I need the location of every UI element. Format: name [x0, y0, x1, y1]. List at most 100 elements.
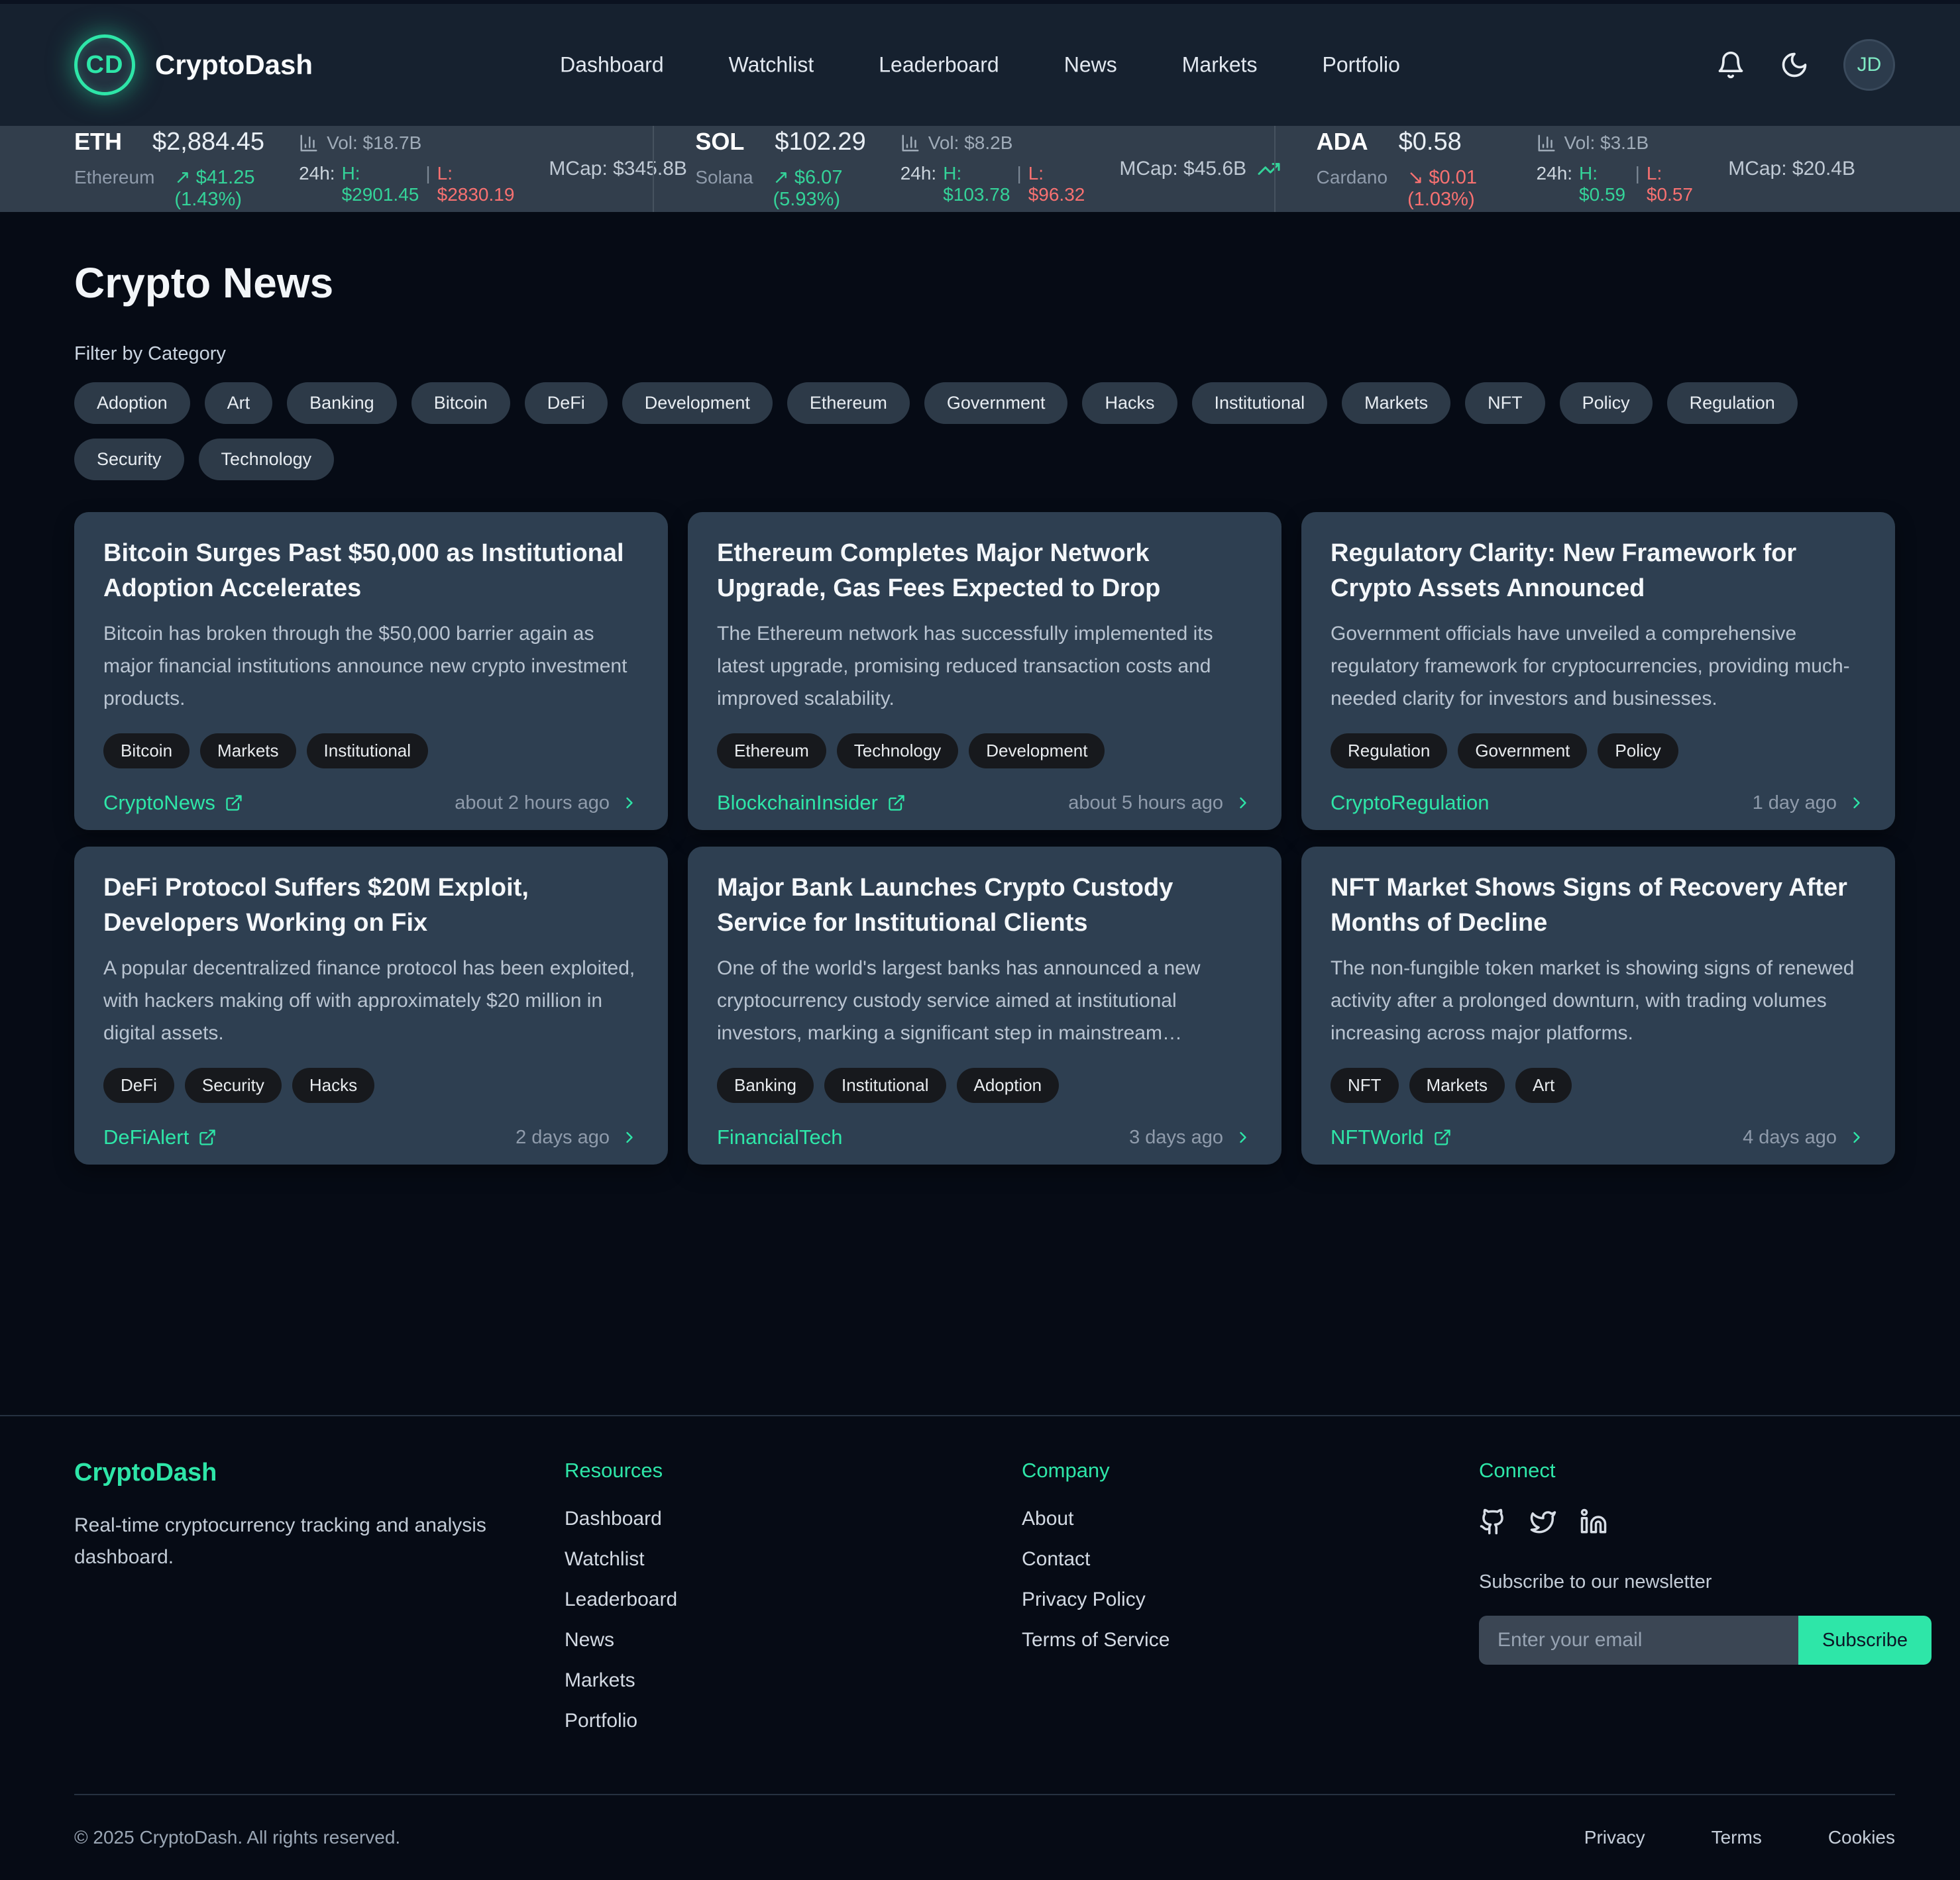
category-chip[interactable]: NFT — [1465, 382, 1545, 424]
category-filter: Adoption Art Banking Bitcoin DeFi Development… — [74, 382, 1895, 480]
news-card: Regulatory Clarity: New Framework for Cr… — [1301, 512, 1895, 830]
nav-item[interactable]: Portfolio — [1300, 38, 1423, 92]
footer-link[interactable]: News — [565, 1629, 1022, 1651]
chevron-right-icon[interactable] — [1234, 794, 1252, 812]
footer-resources-title: Resources — [565, 1459, 1022, 1483]
nav-item[interactable]: Watchlist — [706, 38, 837, 92]
category-chip[interactable]: Policy — [1560, 382, 1653, 424]
article-source-link[interactable]: NFTWorld — [1331, 1125, 1452, 1149]
app-logo[interactable]: CD — [74, 34, 135, 95]
asset-range: 24h: H: $2901.45 | L: $2830.19 — [299, 163, 514, 205]
chevron-right-icon[interactable] — [620, 794, 639, 812]
article-footer: BlockchainInsider about 5 hours ago — [717, 791, 1252, 815]
avatar-initials: JD — [1857, 54, 1882, 76]
range-separator: | — [1016, 163, 1021, 205]
twitter-icon[interactable] — [1529, 1508, 1557, 1536]
email-input[interactable] — [1479, 1616, 1798, 1665]
asset-volume: Vol: $18.7B — [327, 132, 421, 154]
category-chip[interactable]: Art — [205, 382, 273, 424]
nav-item[interactable]: Leaderboard — [856, 38, 1021, 92]
category-chip[interactable]: Institutional — [1192, 382, 1328, 424]
article-source-link[interactable]: CryptoNews — [103, 791, 243, 815]
category-chip[interactable]: Ethereum — [787, 382, 910, 424]
category-chip[interactable]: Regulation — [1667, 382, 1798, 424]
asset-change: ↗ $41.25 (1.43%) — [174, 166, 264, 211]
category-chip[interactable]: Government — [924, 382, 1068, 424]
category-chip[interactable]: Adoption — [74, 382, 190, 424]
footer-link[interactable]: Watchlist — [565, 1548, 1022, 1571]
range-high: H: $103.78 — [943, 163, 1010, 205]
footer-link[interactable]: Terms of Service — [1022, 1629, 1479, 1651]
article-source-link[interactable]: BlockchainInsider — [717, 791, 906, 815]
legal-link[interactable]: Terms — [1712, 1827, 1762, 1848]
footer-link[interactable]: Privacy Policy — [1022, 1589, 1479, 1611]
article-tag: DeFi — [103, 1068, 174, 1103]
asset-volume: Vol: $3.1B — [1564, 132, 1649, 154]
article-tag: Art — [1515, 1068, 1572, 1103]
category-chip[interactable]: DeFi — [525, 382, 608, 424]
nav-item[interactable]: Dashboard — [537, 38, 686, 92]
article-tag: Banking — [717, 1068, 814, 1103]
footer-company-links: About Contact Privacy Policy Terms of Servi… — [1022, 1508, 1479, 1651]
avatar[interactable]: JD — [1843, 39, 1895, 91]
main-content: Crypto News Filter by Category AdoptionA… — [0, 212, 1960, 1165]
asset-price: $0.58 — [1399, 128, 1462, 156]
article-time: 1 day ago — [1753, 792, 1837, 814]
asset-change: ↗ $6.07 (5.93%) — [773, 166, 866, 211]
article-summary: Bitcoin has broken through the $50,000 b… — [103, 618, 639, 715]
article-footer: CryptoRegulation 1 day ago — [1331, 791, 1866, 815]
category-chip[interactable]: Technology — [199, 439, 335, 480]
newsletter-form: Subscribe — [1479, 1616, 1932, 1665]
subscribe-button[interactable]: Subscribe — [1798, 1616, 1932, 1665]
category-chip[interactable]: Hacks — [1082, 382, 1177, 424]
article-source-link[interactable]: CryptoRegulation — [1331, 791, 1490, 815]
category-chip[interactable]: Banking — [287, 382, 397, 424]
news-grid: Bitcoin Surges Past $50,000 as Instituti… — [74, 512, 1895, 1165]
bar-chart-icon — [1537, 133, 1556, 153]
asset-symbol: SOL — [695, 128, 744, 156]
article-tags: RegulationGovernmentPolicy — [1331, 715, 1866, 768]
footer-brand-title: CryptoDash — [74, 1459, 565, 1487]
ticker-stats: Vol: $3.1B 24h: H: $0.59 | L: $0.57 — [1537, 132, 1694, 205]
article-source-link[interactable]: DeFiAlert — [103, 1125, 217, 1149]
bell-icon[interactable] — [1716, 50, 1745, 79]
chevron-right-icon[interactable] — [620, 1128, 639, 1147]
github-icon[interactable] — [1479, 1508, 1507, 1536]
chevron-right-icon[interactable] — [1847, 1128, 1866, 1147]
article-title: Major Bank Launches Crypto Custody Servi… — [717, 870, 1252, 941]
article-tag: Markets — [1409, 1068, 1505, 1103]
footer-link[interactable]: Dashboard — [565, 1508, 1022, 1530]
news-card: Bitcoin Surges Past $50,000 as Instituti… — [74, 512, 668, 830]
footer-resources-links: Dashboard Watchlist Leaderboard News Markets… — [565, 1508, 1022, 1732]
chevron-right-icon[interactable] — [1234, 1128, 1252, 1147]
footer-link[interactable]: Leaderboard — [565, 1589, 1022, 1611]
nav-item[interactable]: Markets — [1160, 38, 1280, 92]
article-title: NFT Market Shows Signs of Recovery After… — [1331, 870, 1866, 941]
linkedin-icon[interactable] — [1580, 1508, 1607, 1536]
category-chip[interactable]: Development — [622, 382, 773, 424]
news-card: Major Bank Launches Crypto Custody Servi… — [688, 847, 1281, 1165]
external-link-icon — [1433, 1128, 1452, 1147]
asset-volume: Vol: $8.2B — [928, 132, 1013, 154]
nav-item[interactable]: News — [1042, 38, 1140, 92]
range-high: H: $0.59 — [1579, 163, 1629, 205]
bottom-bar: © 2025 CryptoDash. All rights reserved. … — [74, 1794, 1895, 1880]
source-name: BlockchainInsider — [717, 791, 878, 815]
article-time: 3 days ago — [1129, 1127, 1223, 1149]
source-name: CryptoRegulation — [1331, 791, 1490, 815]
legal-link[interactable]: Privacy — [1584, 1827, 1645, 1848]
range-label: 24h: — [900, 163, 937, 205]
moon-icon[interactable] — [1780, 50, 1809, 79]
footer-link[interactable]: Markets — [565, 1669, 1022, 1692]
asset-range: 24h: H: $0.59 | L: $0.57 — [1537, 163, 1694, 205]
legal-link[interactable]: Cookies — [1828, 1827, 1895, 1848]
footer-link[interactable]: About — [1022, 1508, 1479, 1530]
footer-link[interactable]: Contact — [1022, 1548, 1479, 1571]
article-summary: The non-fungible token market is showing… — [1331, 953, 1866, 1049]
footer-link[interactable]: Portfolio — [565, 1710, 1022, 1732]
chevron-right-icon[interactable] — [1847, 794, 1866, 812]
category-chip[interactable]: Bitcoin — [411, 382, 510, 424]
category-chip[interactable]: Security — [74, 439, 184, 480]
article-source-link[interactable]: FinancialTech — [717, 1125, 843, 1149]
category-chip[interactable]: Markets — [1342, 382, 1450, 424]
